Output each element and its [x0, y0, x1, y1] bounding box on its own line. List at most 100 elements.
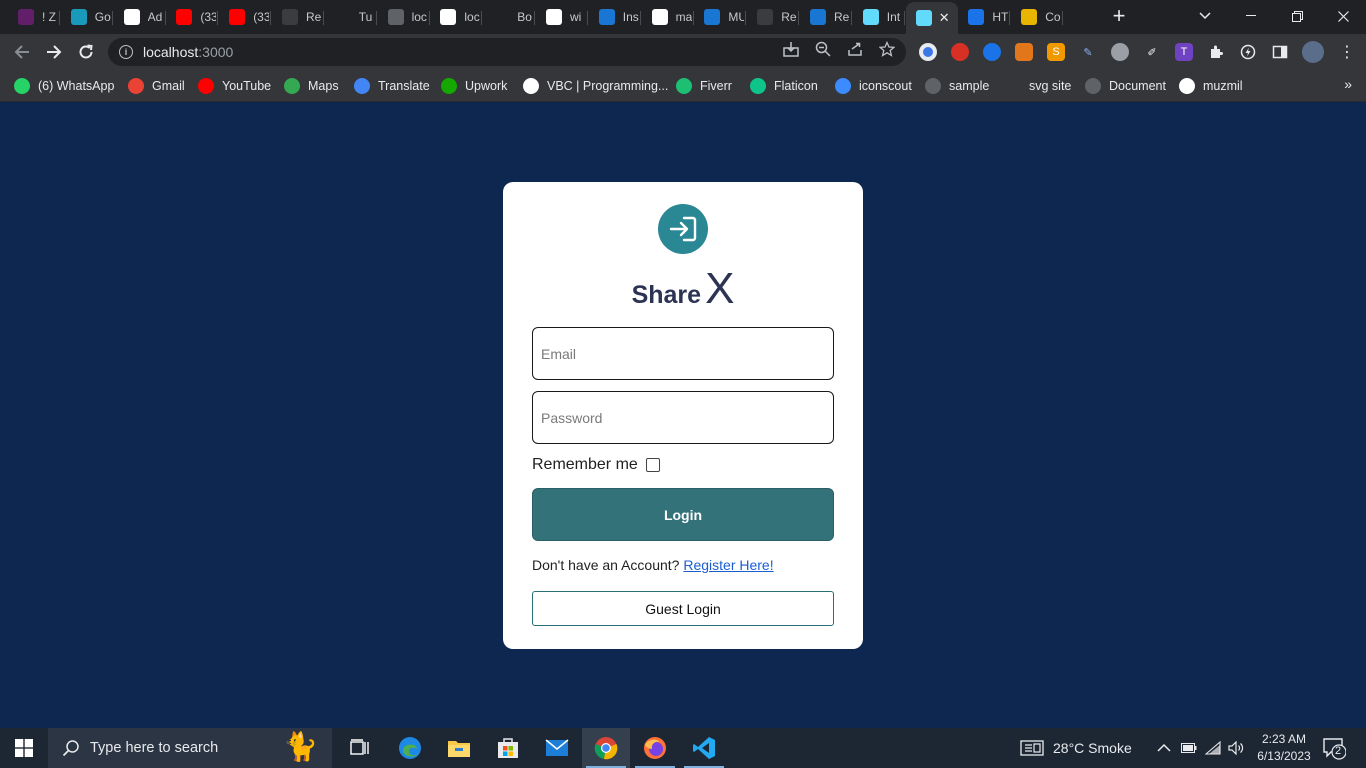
login-button[interactable]: Login	[532, 488, 834, 541]
forward-button[interactable]	[42, 40, 66, 64]
browser-tab[interactable]: Tu	[325, 3, 377, 31]
show-hidden-icons-button[interactable]	[1157, 728, 1171, 768]
site-info-icon[interactable]: i	[119, 45, 133, 59]
profile-avatar[interactable]	[1302, 41, 1324, 63]
browser-tab[interactable]: Int	[853, 3, 905, 31]
bookmark-label: VBC | Programming...	[547, 79, 669, 93]
file-explorer-app[interactable]	[435, 728, 483, 768]
remember-me-label: Remember me	[532, 456, 638, 473]
back-button[interactable]	[10, 40, 34, 64]
microsoft-store-app[interactable]	[484, 728, 532, 768]
bookmark-star-icon[interactable]	[878, 40, 896, 58]
restore-button[interactable]	[1274, 0, 1320, 32]
browser-toolbar: i localhost:3000 S ✎ ✐ T ⋮	[0, 34, 1366, 70]
tab-search-button[interactable]	[1182, 0, 1228, 32]
extension-blue-icon[interactable]	[983, 43, 1001, 61]
bookmark-item[interactable]: Upwork	[441, 76, 507, 96]
bookmark-item[interactable]: Gmail	[128, 76, 185, 96]
search-icon	[62, 740, 79, 757]
chrome-menu-icon[interactable]: ⋮	[1338, 43, 1356, 61]
bookmark-item[interactable]: Document	[1085, 76, 1166, 96]
install-app-icon[interactable]	[782, 40, 800, 58]
extension-colorzilla-icon[interactable]	[919, 43, 937, 61]
register-link[interactable]: Register Here!	[683, 557, 773, 573]
browser-tab[interactable]: ! Z	[8, 3, 60, 31]
bookmark-item[interactable]: VBC | Programming...	[523, 76, 668, 96]
go-icon	[70, 9, 87, 25]
browser-tab[interactable]: ma	[642, 3, 694, 31]
reload-icon	[79, 44, 93, 59]
extension-purple-icon[interactable]: T	[1175, 43, 1193, 61]
browser-tab[interactable]: Co	[1011, 3, 1064, 31]
edge-app[interactable]	[386, 728, 434, 768]
browser-tab[interactable]: Bo	[483, 3, 536, 31]
browser-tab[interactable]: HT	[958, 3, 1011, 31]
firefox-app[interactable]	[631, 728, 679, 768]
browser-tab[interactable]: Re	[800, 3, 852, 31]
task-view-button[interactable]	[336, 728, 384, 768]
system-clock[interactable]: 2:23 AM 6/13/2023	[1246, 731, 1322, 765]
mui-icon	[598, 9, 615, 25]
browser-tab[interactable]: (33	[219, 3, 272, 31]
browser-tab[interactable]: loc	[430, 3, 483, 31]
bookmark-item[interactable]: iconscout	[835, 76, 912, 96]
bookmark-item[interactable]: (6) WhatsApp	[14, 76, 114, 96]
extension-gray-icon[interactable]	[1111, 43, 1129, 61]
minimize-button[interactable]	[1228, 0, 1274, 32]
edge-icon	[399, 737, 421, 759]
battery-status[interactable]	[1181, 728, 1197, 768]
browser-tab[interactable]: wi	[536, 3, 588, 31]
highlighter-icon[interactable]: ✐	[1143, 43, 1161, 61]
share-icon[interactable]	[846, 40, 864, 58]
browser-tab[interactable]: MU	[694, 3, 747, 31]
network-status[interactable]	[1205, 728, 1221, 768]
bookmarks-overflow-icon[interactable]: »	[1344, 76, 1352, 92]
remember-me-checkbox[interactable]	[645, 458, 660, 472]
new-tab-button[interactable]: +	[1106, 5, 1132, 29]
side-panel-icon[interactable]	[1271, 43, 1289, 61]
browser-tab[interactable]: loc	[378, 3, 430, 31]
bookmark-item[interactable]: Translate	[354, 76, 430, 96]
browser-tab[interactable]: (33	[166, 3, 219, 31]
browser-tab[interactable]: Ins	[589, 3, 641, 31]
bookmark-item[interactable]: YouTube	[198, 76, 271, 96]
register-prompt: Don't have an Account? Register Here!	[532, 557, 774, 573]
bookmark-item[interactable]: Fiverr	[676, 76, 732, 96]
extensions-puzzle-icon[interactable]	[1207, 43, 1225, 61]
browser-tab[interactable]: Re	[272, 3, 324, 31]
bookmark-item[interactable]: sample	[925, 76, 989, 96]
taskbar-search[interactable]: Type here to search 🐈	[48, 728, 332, 768]
notification-center-button[interactable]: 2	[1322, 736, 1347, 760]
page-content: ShareX Remember me Login Don't have an A…	[0, 102, 1366, 728]
weather-widget[interactable]: 28°C Smoke	[1020, 728, 1132, 768]
reload-button[interactable]	[74, 40, 98, 64]
vscode-app[interactable]	[680, 728, 728, 768]
browser-tab[interactable]: Re	[747, 3, 800, 31]
close-window-button[interactable]	[1320, 0, 1366, 32]
start-button[interactable]	[0, 728, 48, 768]
performance-icon[interactable]	[1239, 43, 1257, 61]
login-logo	[658, 204, 708, 254]
arrow-left-icon	[14, 45, 29, 59]
pen-tool-icon[interactable]: ✎	[1079, 43, 1097, 61]
bookmark-item[interactable]: Maps	[284, 76, 339, 96]
bookmark-item[interactable]: Flaticon	[750, 76, 818, 96]
extension-orange-icon[interactable]: S	[1047, 43, 1065, 61]
password-field[interactable]	[532, 391, 834, 444]
close-tab-icon[interactable]: ✕	[939, 10, 950, 26]
chrome-app[interactable]	[582, 728, 630, 768]
email-field[interactable]	[532, 327, 834, 380]
bookmark-item[interactable]: muzmil	[1179, 76, 1243, 96]
mail-app[interactable]	[533, 728, 581, 768]
tab-title: Re	[781, 10, 797, 24]
guest-login-button[interactable]: Guest Login	[532, 591, 834, 626]
browser-tab[interactable]: ✕	[905, 2, 958, 34]
browser-tab[interactable]: Ad	[114, 3, 166, 31]
extension-record-icon[interactable]	[951, 43, 969, 61]
metamask-icon[interactable]	[1015, 43, 1033, 61]
bookmark-item[interactable]: svg site	[1005, 76, 1071, 96]
browser-tab[interactable]: Go	[61, 3, 113, 31]
volume-status[interactable]	[1228, 728, 1244, 768]
zoom-icon[interactable]	[814, 40, 832, 58]
react-icon	[757, 9, 774, 25]
